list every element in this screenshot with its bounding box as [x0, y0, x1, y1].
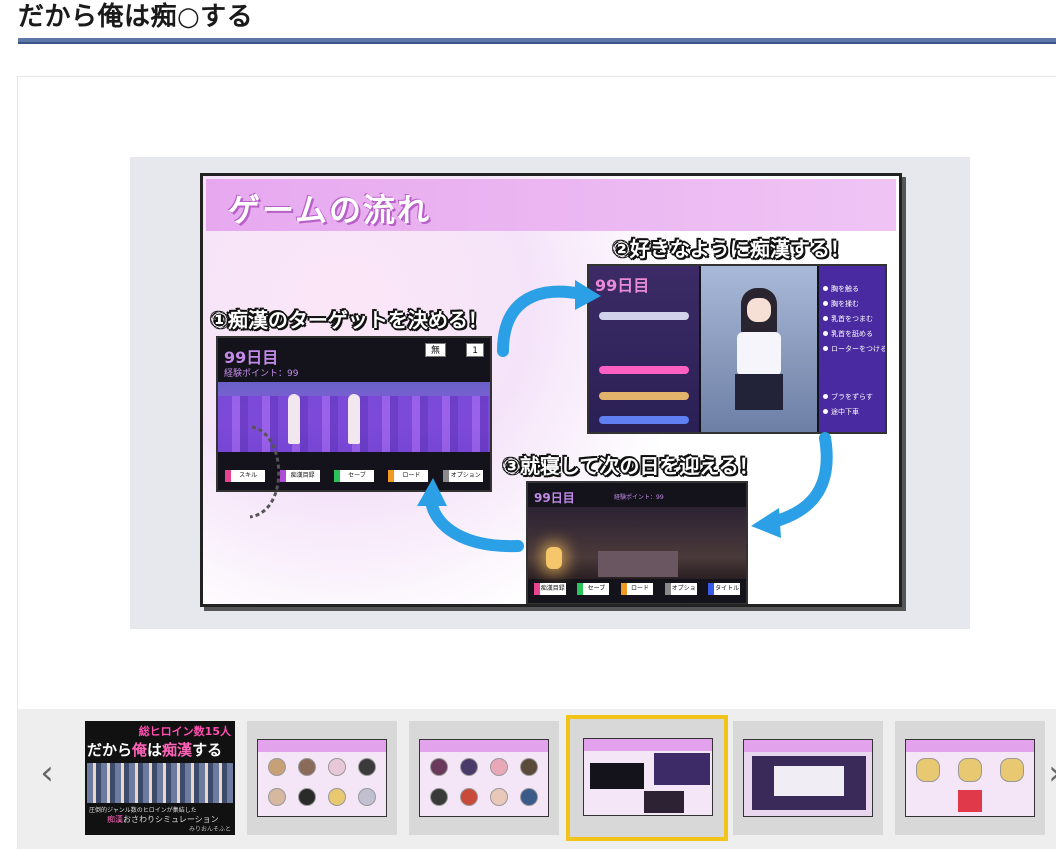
cover-title: だから俺は痴漢する: [87, 741, 223, 759]
flow-arrow: [767, 432, 833, 528]
slide-next-button[interactable]: ›: [1011, 363, 1056, 421]
thumbnail-game-flow[interactable]: [566, 715, 728, 841]
main-image-viewer: ゲームの流れ ②好きなように痴漢する！ ①痴漢のターゲットを決める！ ③就寝して…: [18, 77, 1056, 709]
cover-heroines: [87, 763, 233, 803]
slide-prev-button[interactable]: ‹: [28, 363, 84, 421]
chevron-left-icon: ‹: [40, 753, 54, 793]
thumbnail-heroines-2[interactable]: [409, 721, 559, 835]
image-gallery: ゲームの流れ ②好きなように痴漢する！ ①痴漢のターゲットを決める！ ③就寝して…: [17, 76, 1056, 849]
flow-arrow: [425, 495, 524, 553]
thumbnail-prev-button[interactable]: ‹: [32, 753, 62, 793]
flow-arrow-head: [417, 478, 447, 506]
thumbnail-cover[interactable]: 総ヒロイン数15人 だから俺は痴漢する 圧倒的ジャンル数のヒロインが集結した 痴…: [85, 721, 235, 835]
cover-heroine-count: 総ヒロイン数15人: [138, 725, 231, 738]
thumbnail-screenshot[interactable]: [733, 721, 883, 835]
chevron-right-icon: ›: [1048, 753, 1056, 793]
cover-subtitle: 圧倒的ジャンル数のヒロインが集結した: [89, 807, 197, 814]
flow-arrow-head: [751, 508, 781, 538]
flow-arrows: [417, 280, 833, 553]
thumbnail-heroines-1[interactable]: [247, 721, 397, 835]
chevron-right-icon: ›: [1029, 377, 1040, 407]
title-underline: [18, 38, 1056, 44]
title-bar: だから俺は痴○する: [18, 0, 1056, 48]
thumbnail-routes[interactable]: [895, 721, 1045, 835]
thumbnail-strip: ‹ 総ヒロイン数15人 だから俺は痴漢する 圧倒的ジャンル数のヒロインが集結した…: [18, 709, 1056, 849]
cover-credit: みりおんそふと: [188, 826, 231, 833]
thumbnail-next-button[interactable]: ›: [1040, 753, 1056, 793]
flow-arrow-head: [575, 280, 601, 310]
page-title: だから俺は痴○する: [18, 2, 254, 32]
chevron-left-icon: ‹: [46, 377, 57, 407]
flow-arrow: [497, 285, 587, 357]
previous-slide-peek: [249, 425, 281, 519]
main-image-frame[interactable]: ゲームの流れ ②好きなように痴漢する！ ①痴漢のターゲットを決める！ ③就寝して…: [130, 157, 970, 629]
slide-game-flow: ゲームの流れ ②好きなように痴漢する！ ①痴漢のターゲットを決める！ ③就寝して…: [200, 173, 902, 607]
